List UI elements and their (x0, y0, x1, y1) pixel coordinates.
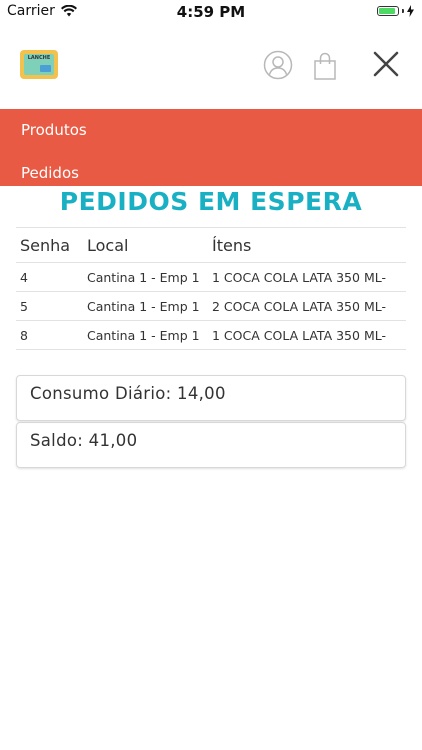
balance-label: Saldo: (30, 431, 84, 450)
app-header: LANCHE (0, 34, 422, 100)
table-row[interactable]: 5 Cantina 1 - Emp 1 2 COCA COLA LATA 350… (16, 292, 406, 321)
column-header-local: Local (87, 235, 129, 255)
balance-box: Saldo: 41,00 (16, 422, 406, 468)
cell-senha: 8 (20, 327, 28, 343)
cell-local: Cantina 1 - Emp 1 (87, 269, 200, 285)
battery-tip (402, 9, 404, 13)
cell-senha: 5 (20, 298, 28, 314)
daily-consumption-label: Consumo Diário: (30, 384, 172, 403)
cell-itens: 1 COCA COLA LATA 350 ML- (212, 269, 386, 285)
table-header-row: Senha Local Ítens (16, 228, 406, 263)
menu-item-pedidos[interactable]: Pedidos (21, 164, 79, 182)
table-row[interactable]: 8 Cantina 1 - Emp 1 1 COCA COLA LATA 350… (16, 321, 406, 350)
cell-local: Cantina 1 - Emp 1 (87, 327, 200, 343)
shopping-bag-icon[interactable] (313, 52, 337, 80)
daily-consumption-value: 14,00 (177, 384, 226, 403)
cell-itens: 2 COCA COLA LATA 350 ML- (212, 298, 386, 314)
logo-text: LANCHE (27, 55, 51, 61)
user-icon[interactable] (263, 50, 293, 80)
cell-senha: 4 (20, 269, 28, 285)
charging-icon (407, 5, 414, 17)
app-logo[interactable]: LANCHE (20, 50, 58, 79)
logo-ticket: LANCHE (24, 54, 54, 75)
orders-table: Senha Local Ítens 4 Cantina 1 - Emp 1 1 … (16, 227, 406, 350)
logo-card-icon (40, 65, 51, 72)
battery-indicator (377, 5, 414, 17)
cell-local: Cantina 1 - Emp 1 (87, 298, 200, 314)
close-icon[interactable] (372, 50, 400, 78)
table-row[interactable]: 4 Cantina 1 - Emp 1 1 COCA COLA LATA 350… (16, 263, 406, 292)
balance-value: 41,00 (88, 431, 138, 450)
battery-icon (377, 6, 399, 16)
cell-itens: 1 COCA COLA LATA 350 ML- (212, 327, 386, 343)
clock: 4:59 PM (176, 3, 246, 21)
status-bar: Carrier 4:59 PM (0, 0, 422, 24)
battery-level-fill (379, 8, 395, 14)
column-header-itens: Ítens (212, 235, 252, 255)
daily-consumption-box: Consumo Diário: 14,00 (16, 375, 406, 421)
column-header-senha: Senha (20, 235, 71, 255)
navigation-menu: Produtos Pedidos (0, 109, 422, 186)
menu-item-produtos[interactable]: Produtos (21, 121, 87, 139)
page-title: PEDIDOS EM ESPERA (59, 187, 363, 216)
